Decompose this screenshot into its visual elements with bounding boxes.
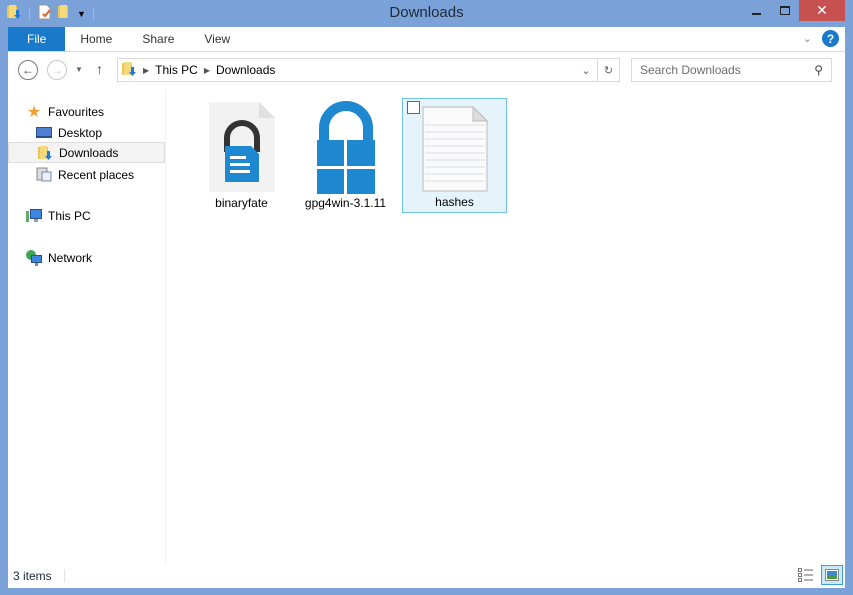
maximize-button[interactable] [771,0,799,21]
sidebar-item-downloads[interactable]: Downloads [8,142,165,163]
search-input[interactable]: Search Downloads ⚲ [631,58,832,82]
navigation-bar: ← → ▼ ↑ ▶ This PC ▶ Downloads ⌄ ↻ Search… [8,52,845,88]
sidebar-item-label: Favourites [48,104,105,119]
minimize-button[interactable] [743,0,771,21]
forward-button[interactable]: → [47,60,67,80]
file-list: binaryfate gpg4win-3.1.11 hashes [167,89,845,563]
address-bar[interactable]: ▶ This PC ▶ Downloads ⌄ ↻ [117,58,620,82]
file-item[interactable]: gpg4win-3.1.11 [293,98,398,213]
downloads-folder-icon [121,61,137,80]
refresh-icon[interactable]: ↻ [597,59,619,81]
ribbon: File Home Share View ⌄ ? [8,27,845,52]
address-dropdown-icon[interactable]: ⌄ [575,59,597,81]
file-name: hashes [435,195,474,209]
breadcrumb-arrow-icon[interactable]: ▶ [143,66,149,75]
breadcrumb-downloads[interactable]: Downloads [216,63,275,77]
expand-ribbon-icon[interactable]: ⌄ [803,32,812,45]
select-checkbox[interactable] [407,101,420,114]
padlock-icon [311,100,381,197]
sidebar-item-this-pc[interactable]: This PC [26,205,183,226]
large-icons-view-button[interactable] [821,565,843,585]
downloads-folder-icon [37,145,53,161]
document-lock-icon [207,100,277,197]
sidebar-item-label: Network [48,250,93,265]
sidebar-item-label: Recent places [58,167,135,182]
text-file-icon [421,105,489,196]
star-icon: ★ [26,103,42,121]
window-title: Downloads [389,4,464,21]
sidebar-item-network[interactable]: Network [26,247,183,268]
search-placeholder: Search Downloads [640,63,741,77]
tab-view[interactable]: View [189,27,245,51]
breadcrumb-this-pc[interactable]: This PC [155,63,198,77]
details-view-button[interactable] [795,565,817,585]
file-name: binaryfate [215,196,268,210]
explorer-window: File Home Share View ⌄ ? ← → ▼ ↑ ▶ This … [8,27,845,588]
item-count: 3 items [13,568,52,583]
file-item[interactable]: binaryfate [189,98,294,213]
search-icon[interactable]: ⚲ [814,63,823,77]
tab-file[interactable]: File [8,27,66,51]
tab-share[interactable]: Share [127,27,189,51]
close-button[interactable]: ✕ [799,0,845,21]
navigation-pane: ★ Favourites Desktop Downloads Recent pl… [8,89,166,563]
sidebar-item-favourites[interactable]: ★ Favourites [26,101,183,122]
up-button[interactable]: ↑ [96,61,103,77]
tab-home[interactable]: Home [65,27,127,51]
sidebar-item-label: Downloads [59,145,119,160]
desktop-icon [36,125,52,141]
network-icon [26,249,42,266]
sidebar-item-label: This PC [48,208,91,223]
file-item[interactable]: hashes [402,98,507,213]
back-button[interactable]: ← [18,60,38,80]
recent-locations-icon[interactable]: ▼ [75,65,83,74]
sidebar-item-label: Desktop [58,125,103,140]
computer-icon [26,208,42,224]
status-bar: 3 items [8,563,845,588]
help-icon[interactable]: ? [822,30,839,47]
recent-places-icon [36,167,52,183]
file-name: gpg4win-3.1.11 [304,196,387,210]
breadcrumb-arrow-icon[interactable]: ▶ [204,66,210,75]
title-bar: ▼ Downloads ✕ [0,0,853,27]
